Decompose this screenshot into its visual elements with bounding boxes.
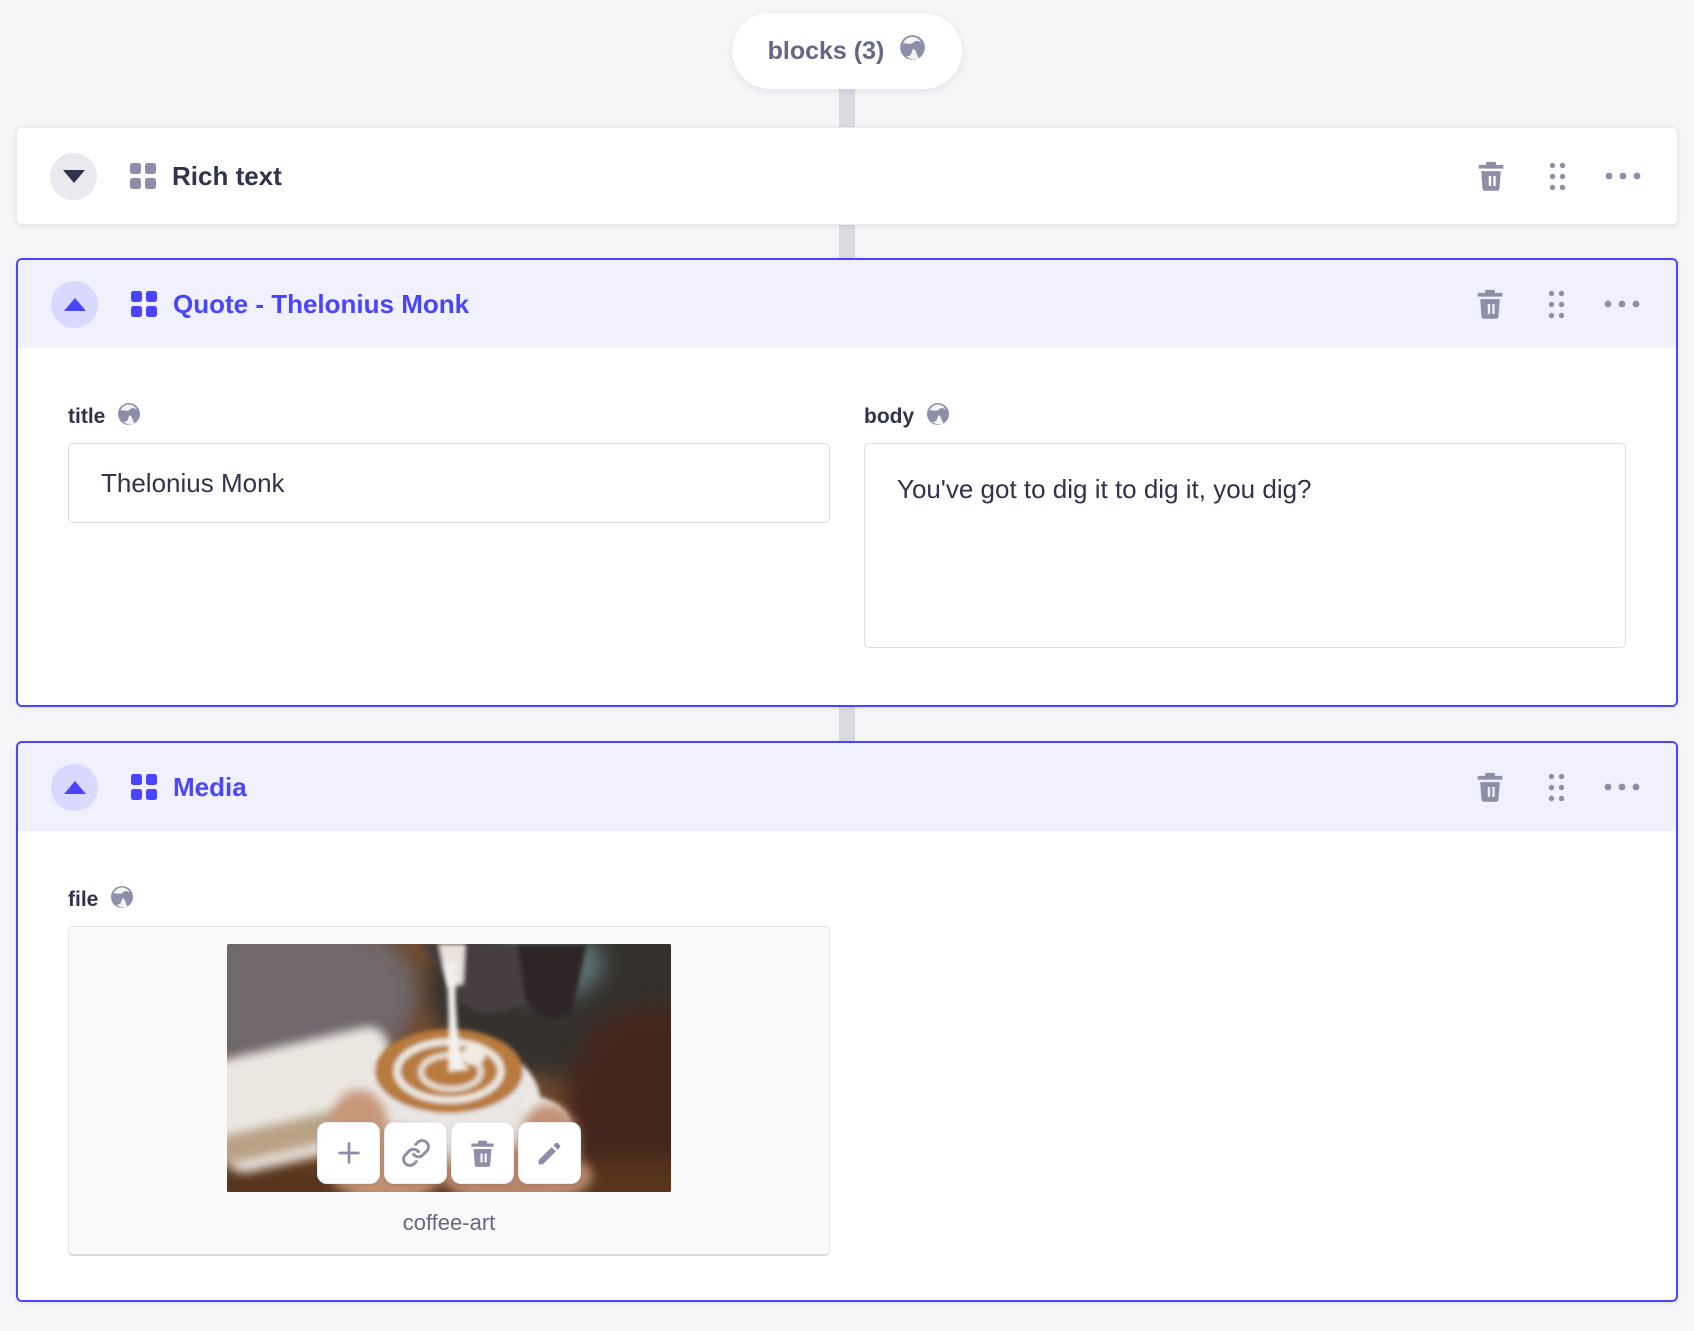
localization-globe-icon (110, 885, 134, 914)
block-card-media: Media file coffee-art (16, 741, 1678, 1302)
media-preview (227, 944, 671, 1192)
dynamic-zone-editor: blocks (3) Rich text Quote - Thelonius M… (0, 13, 1694, 1331)
localization-globe-icon (117, 402, 141, 431)
block-title: Quote - Thelonius Monk (173, 288, 470, 319)
drag-handle-icon[interactable] (1538, 767, 1574, 807)
block-header-media[interactable]: Media (18, 743, 1676, 831)
drag-handle-icon[interactable] (1538, 284, 1574, 324)
field-label-title: title (68, 404, 106, 428)
field-file: file coffee-art (68, 885, 1626, 1256)
add-media-button[interactable] (317, 1122, 380, 1184)
chevron-up-icon (63, 297, 86, 311)
collapse-toggle-button[interactable] (51, 280, 98, 328)
body-textarea[interactable]: You've got to dig it to dig it, you dig? (864, 443, 1626, 648)
component-grid-icon (131, 774, 157, 800)
edit-media-button[interactable] (518, 1122, 581, 1184)
globe-icon (899, 34, 926, 68)
field-label-body: body (864, 404, 915, 428)
block-title: Media (173, 771, 247, 802)
delete-block-button[interactable] (1472, 767, 1508, 807)
more-options-button[interactable] (1605, 156, 1641, 196)
field-title: title (68, 402, 830, 523)
block-card-quote: Quote - Thelonius Monk title Thelonius M… (16, 258, 1678, 707)
media-action-toolbar (317, 1122, 581, 1184)
field-body: body You've got to dig it to dig it, you… (864, 402, 1626, 653)
component-grid-icon (131, 291, 157, 317)
block-header-quote[interactable]: Quote - Thelonius Monk (18, 260, 1676, 348)
delete-media-button[interactable] (451, 1122, 514, 1184)
copy-link-button[interactable] (384, 1122, 447, 1184)
media-filename: coffee-art (402, 1210, 496, 1235)
more-options-button[interactable] (1604, 284, 1640, 324)
block-card-rich-text: Rich text (16, 127, 1678, 225)
expand-toggle-button[interactable] (50, 152, 97, 200)
block-title: Rich text (172, 160, 282, 191)
chevron-up-icon (63, 780, 86, 794)
block-header-rich-text[interactable]: Rich text (17, 128, 1677, 224)
localization-globe-icon (926, 402, 950, 431)
blocks-count-label: blocks (3) (767, 36, 885, 65)
blocks-count-pill: blocks (3) (731, 13, 963, 89)
chevron-down-icon (62, 169, 85, 183)
collapse-toggle-button[interactable] (51, 763, 98, 811)
drag-handle-icon[interactable] (1539, 156, 1575, 196)
more-options-button[interactable] (1604, 767, 1640, 807)
media-file-card: coffee-art (68, 926, 830, 1256)
delete-block-button[interactable] (1472, 284, 1508, 324)
delete-block-button[interactable] (1473, 156, 1509, 196)
component-grid-icon (130, 163, 156, 189)
field-label-file: file (68, 887, 99, 911)
title-input[interactable] (68, 443, 830, 523)
